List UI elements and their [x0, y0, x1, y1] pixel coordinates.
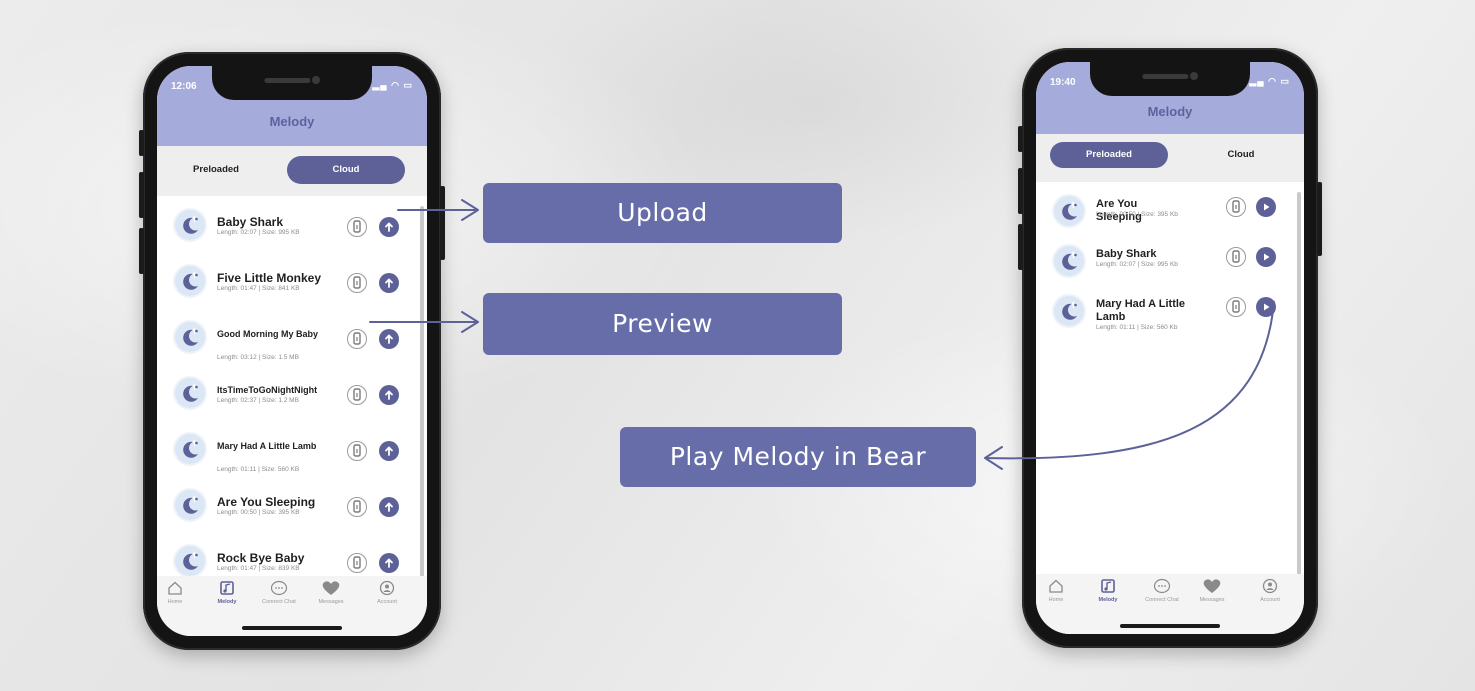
preview-arrow — [369, 311, 479, 333]
notch — [1090, 62, 1250, 96]
notch — [212, 66, 372, 100]
upload-arrow — [397, 199, 479, 221]
connector-arrows — [369, 199, 1275, 470]
play-arrow — [984, 301, 1275, 470]
